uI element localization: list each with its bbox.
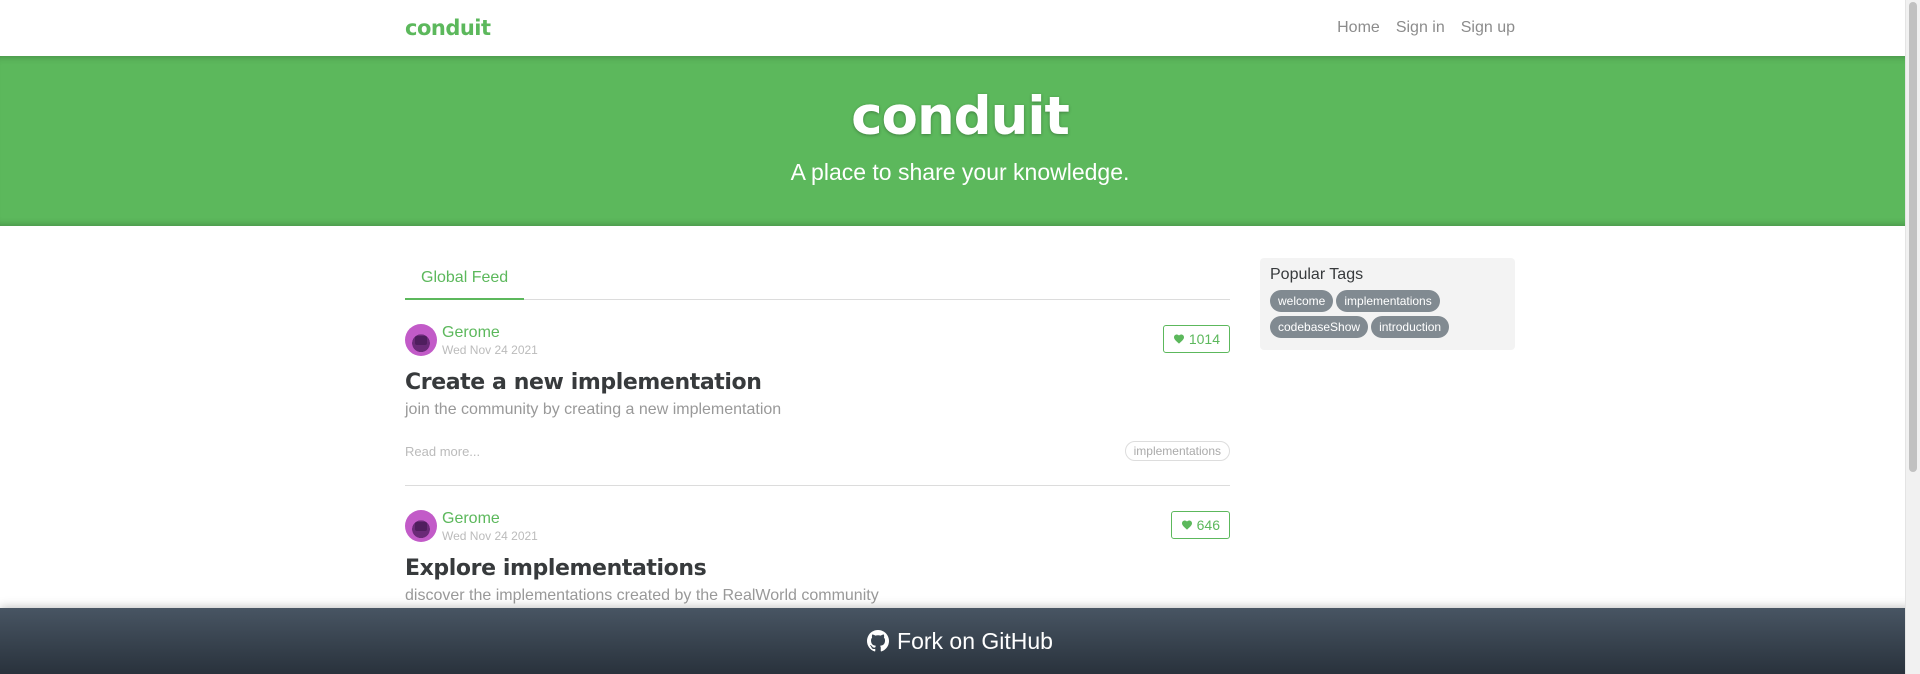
- article-title[interactable]: Create a new implementation: [405, 370, 1230, 395]
- author-avatar[interactable]: [405, 510, 437, 542]
- article-tag[interactable]: implementations: [1124, 441, 1230, 461]
- author-link[interactable]: Gerome: [442, 510, 538, 527]
- article-feed: Global Feed Gerome Wed Nov 24 2021 1014 …: [405, 258, 1230, 630]
- popular-tags-title: Popular Tags: [1270, 266, 1364, 283]
- author-link[interactable]: Gerome: [442, 324, 538, 341]
- read-more-link[interactable]: Read more...: [405, 444, 480, 459]
- article-title[interactable]: Explore implementations: [405, 556, 1230, 581]
- tag-pill-welcome[interactable]: welcome: [1270, 290, 1334, 312]
- page-scrollbar[interactable]: [1905, 0, 1920, 674]
- favorite-count: 646: [1196, 517, 1220, 533]
- main-content: Global Feed Gerome Wed Nov 24 2021 1014 …: [405, 226, 1515, 630]
- heart-icon: [1173, 334, 1184, 344]
- banner-subtitle: A place to share your knowledge.: [790, 159, 1130, 185]
- scrollbar-thumb[interactable]: [1909, 2, 1917, 472]
- article-meta: Gerome Wed Nov 24 2021: [405, 324, 1230, 356]
- fork-on-github-banner[interactable]: Fork on GitHub: [0, 608, 1920, 674]
- tag-list: welcome implementations codebaseShow int…: [1270, 290, 1505, 338]
- article-preview: Gerome Wed Nov 24 2021 1014 Create a new…: [405, 300, 1230, 486]
- hero-banner: conduit A place to share your knowledge.: [0, 56, 1920, 226]
- nav-sign-up-link[interactable]: Sign up: [1461, 19, 1515, 37]
- fork-on-github-label: Fork on GitHub: [897, 627, 1053, 654]
- favorite-button[interactable]: 1014: [1162, 325, 1230, 353]
- banner-title: conduit: [851, 86, 1070, 147]
- favorite-button[interactable]: 646: [1170, 511, 1230, 539]
- article-date: Wed Nov 24 2021: [442, 528, 538, 543]
- brand-logo[interactable]: conduit: [405, 16, 491, 40]
- author-avatar[interactable]: [405, 324, 437, 356]
- popular-tags-panel: Popular Tags welcome implementations cod…: [1260, 258, 1515, 350]
- heart-icon: [1181, 520, 1192, 530]
- github-icon: [867, 630, 890, 652]
- tab-global-feed[interactable]: Global Feed: [405, 258, 525, 300]
- feed-tabs: Global Feed: [405, 258, 1230, 300]
- article-date: Wed Nov 24 2021: [442, 342, 538, 357]
- tag-pill-codebaseshow[interactable]: codebaseShow: [1270, 316, 1369, 338]
- nav-home-link[interactable]: Home: [1337, 19, 1380, 37]
- article-meta: Gerome Wed Nov 24 2021: [405, 510, 1230, 542]
- favorite-count: 1014: [1188, 331, 1220, 347]
- tag-pill-introduction[interactable]: introduction: [1371, 316, 1450, 338]
- article-description[interactable]: discover the implementations created by …: [405, 587, 1230, 605]
- sidebar: Popular Tags welcome implementations cod…: [1260, 258, 1515, 630]
- tag-pill-implementations[interactable]: implementations: [1336, 290, 1440, 312]
- article-description[interactable]: join the community by creating a new imp…: [405, 401, 1230, 419]
- navbar: conduit Home Sign in Sign up: [0, 0, 1920, 56]
- nav-links: Home Sign in Sign up: [1337, 19, 1515, 37]
- nav-sign-in-link[interactable]: Sign in: [1396, 19, 1445, 37]
